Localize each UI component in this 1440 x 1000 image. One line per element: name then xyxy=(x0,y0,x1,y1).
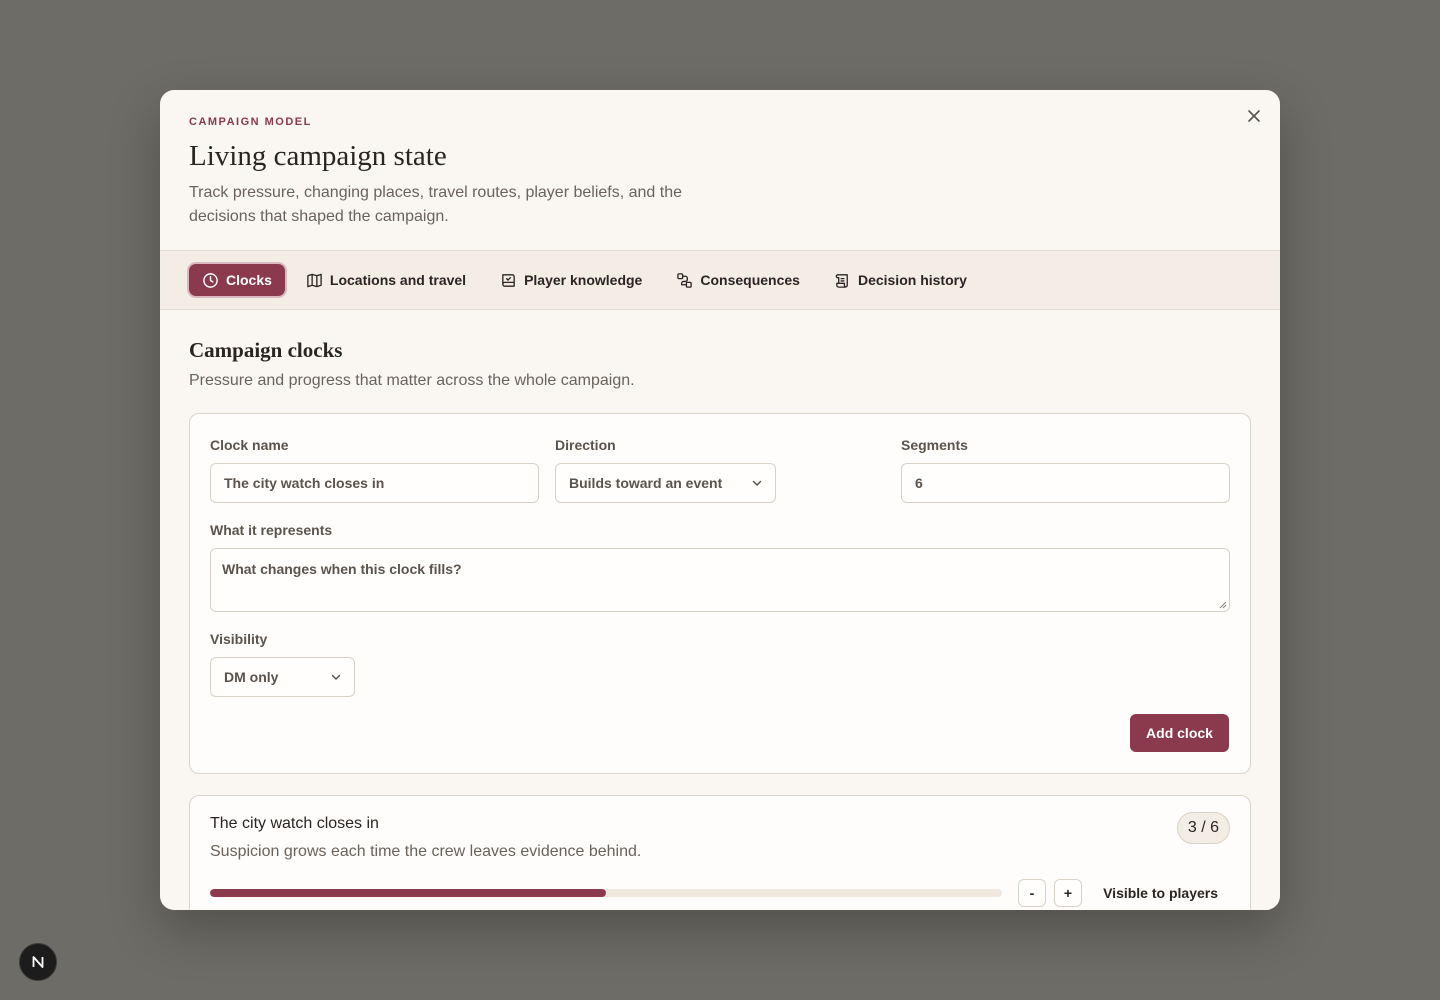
close-button[interactable] xyxy=(1242,104,1266,128)
visibility-value: DM only xyxy=(224,669,279,685)
close-icon xyxy=(1248,110,1260,122)
tab-label: Player knowledge xyxy=(524,272,643,288)
clock-description: Suspicion grows each time the crew leave… xyxy=(210,843,642,860)
tab-locations-and-travel[interactable]: Locations and travel xyxy=(293,264,479,296)
visibility-toggle[interactable]: Visible to players xyxy=(1103,885,1218,901)
section-title: Campaign clocks xyxy=(189,338,343,362)
book-check-icon xyxy=(502,273,515,287)
visibility-label: Visibility xyxy=(210,631,268,647)
scroll-icon xyxy=(835,273,848,288)
tab-bar: Clocks Locations and travel Player knowl… xyxy=(160,250,1280,310)
clock-name-label: Clock name xyxy=(210,437,289,453)
tab-label: Decision history xyxy=(857,272,967,288)
clock-name: The city watch closes in xyxy=(210,815,379,832)
direction-label: Direction xyxy=(555,437,616,453)
route-icon xyxy=(677,272,693,288)
clock-progress-fill xyxy=(210,889,606,897)
tab-label: Consequences xyxy=(700,272,800,288)
clock-progress-bar xyxy=(210,889,1002,897)
section-subtitle: Pressure and progress that matter across… xyxy=(189,372,635,389)
campaign-modal: Campaign model Living campaign state Tra… xyxy=(160,90,1280,910)
map-icon xyxy=(307,273,322,287)
dev-tools-button[interactable] xyxy=(19,943,57,981)
chevron-down-icon xyxy=(752,480,762,487)
clock-name-placeholder: The city watch closes in xyxy=(224,475,385,491)
tab-clocks[interactable]: Clocks xyxy=(189,264,285,296)
tab-consequences[interactable]: Consequences xyxy=(663,264,813,296)
tab-label: Clocks xyxy=(226,272,272,288)
add-clock-button[interactable]: Add clock xyxy=(1130,714,1229,752)
n-logo-icon xyxy=(32,956,44,968)
resize-handle-icon[interactable] xyxy=(1219,601,1227,609)
clocks-panel: Campaign clocks Pressure and progress th… xyxy=(189,310,1251,910)
chevron-down-icon xyxy=(331,674,341,681)
represents-textarea[interactable]: What changes when this clock fills? xyxy=(210,548,1230,612)
modal-header: Campaign model Living campaign state Tra… xyxy=(160,90,1280,250)
segments-value: 6 xyxy=(915,475,923,491)
direction-select[interactable]: Builds toward an event xyxy=(555,463,776,503)
segments-label: Segments xyxy=(901,437,968,453)
modal-subtitle: Track pressure, changing places, travel … xyxy=(189,184,682,225)
segments-input[interactable]: 6 xyxy=(901,463,1230,503)
add-clock-form: Clock name The city watch closes in Dire… xyxy=(189,413,1251,774)
increment-button[interactable]: + xyxy=(1054,879,1082,907)
visibility-select[interactable]: DM only xyxy=(210,657,355,697)
modal-eyebrow: Campaign model xyxy=(189,116,312,128)
decrement-button[interactable]: - xyxy=(1018,879,1046,907)
clock-icon xyxy=(203,272,218,288)
clock-count-badge: 3 / 6 xyxy=(1176,812,1230,844)
direction-value: Builds toward an event xyxy=(569,475,723,491)
clock-card: The city watch closes in Suspicion grows… xyxy=(189,795,1251,910)
tab-player-knowledge[interactable]: Player knowledge xyxy=(487,264,655,296)
tab-label: Locations and travel xyxy=(329,272,467,288)
represents-label: What it represents xyxy=(210,522,333,538)
clock-name-input[interactable]: The city watch closes in xyxy=(210,463,539,503)
tab-decision-history[interactable]: Decision history xyxy=(821,264,980,296)
modal-title: Living campaign state xyxy=(189,140,447,172)
represents-placeholder: What changes when this clock fills? xyxy=(222,561,462,577)
